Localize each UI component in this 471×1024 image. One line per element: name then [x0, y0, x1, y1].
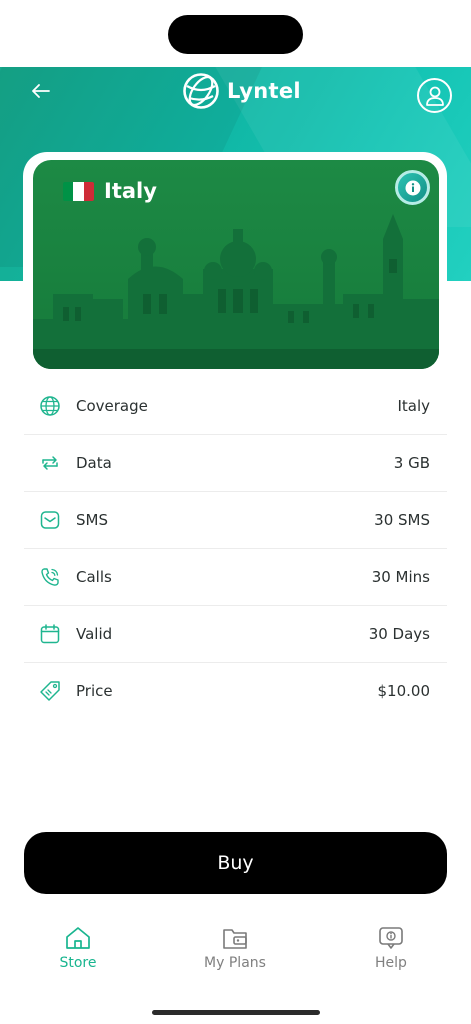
status-bar — [0, 0, 471, 67]
detail-label: Price — [76, 682, 113, 700]
dynamic-island — [168, 15, 303, 54]
nav-label: Store — [59, 955, 97, 971]
detail-label: Valid — [76, 625, 113, 643]
data-transfer-icon — [42, 456, 58, 470]
bottom-navigation: Store My Plans Help — [0, 925, 471, 991]
globe-icon — [40, 396, 60, 416]
detail-row-price: Price $10.00 — [24, 663, 447, 719]
plan-details-list: Coverage Italy Data 3 GB SMS 30 SMS Call… — [24, 378, 447, 719]
italy-flag — [63, 182, 94, 201]
country-name: Italy — [104, 179, 157, 203]
profile-button[interactable] — [417, 78, 452, 113]
back-button[interactable] — [26, 80, 56, 102]
brand-name: Lyntel — [227, 79, 301, 103]
user-icon — [425, 86, 444, 106]
detail-label: Coverage — [76, 397, 148, 415]
help-chat-icon — [379, 927, 403, 949]
price-tag-icon — [40, 681, 60, 701]
detail-label: Calls — [76, 568, 112, 586]
detail-row-coverage: Coverage Italy — [24, 378, 447, 435]
detail-row-calls: Calls 30 Mins — [24, 549, 447, 606]
home-icon — [66, 927, 90, 949]
buy-button[interactable]: Buy — [24, 832, 447, 894]
detail-label: Data — [76, 454, 112, 472]
nav-item-store[interactable]: Store — [23, 925, 133, 971]
nav-item-help[interactable]: Help — [336, 925, 446, 971]
city-skyline-illustration — [33, 214, 439, 369]
nav-label: My Plans — [204, 955, 266, 971]
nav-item-my-plans[interactable]: My Plans — [180, 925, 290, 971]
message-icon — [40, 511, 60, 529]
detail-value: 30 Days — [368, 625, 430, 643]
calendar-icon — [40, 624, 60, 644]
nav-label: Help — [375, 955, 407, 971]
detail-value: 30 Mins — [371, 568, 430, 586]
detail-value: $10.00 — [377, 682, 431, 700]
folder-wallet-icon — [223, 929, 247, 949]
globe-icon — [183, 73, 219, 109]
arrow-left-icon — [32, 84, 50, 98]
country-card[interactable]: Italy — [33, 160, 439, 369]
detail-value: Italy — [397, 397, 430, 415]
detail-row-valid: Valid 30 Days — [24, 606, 447, 663]
detail-row-data: Data 3 GB — [24, 435, 447, 492]
phone-call-icon — [41, 568, 59, 586]
brand-logo: Lyntel — [182, 72, 301, 110]
home-indicator[interactable] — [152, 1010, 320, 1015]
detail-value: 30 SMS — [374, 511, 430, 529]
info-button[interactable] — [395, 170, 430, 205]
info-icon — [405, 180, 420, 195]
detail-value: 3 GB — [393, 454, 430, 472]
detail-row-sms: SMS 30 SMS — [24, 492, 447, 549]
detail-label: SMS — [76, 511, 108, 529]
